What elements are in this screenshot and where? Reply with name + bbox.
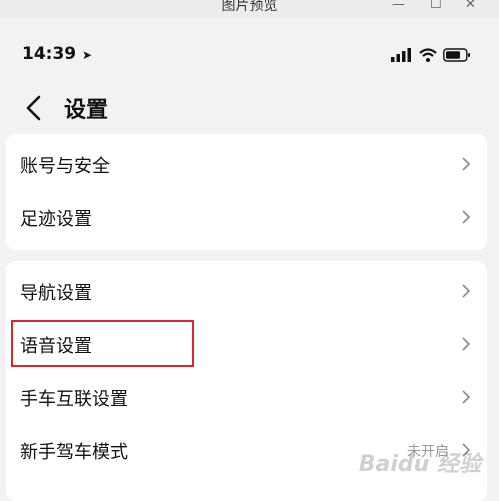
page-title: 设置 (64, 98, 109, 123)
location-arrow-icon: ➤ (82, 48, 93, 62)
window-title: 图片预览 (221, 0, 278, 14)
status-time: 14:39 ➤ (22, 44, 92, 64)
minimize-icon[interactable]: — (392, 0, 405, 11)
highlight-annotation-box (11, 320, 194, 367)
chevron-right-icon (462, 284, 471, 298)
wifi-icon (419, 48, 437, 62)
row-label: 导航设置 (20, 283, 92, 304)
back-chevron-icon[interactable] (22, 92, 48, 124)
status-icons (391, 48, 471, 62)
signal-icon (391, 48, 411, 62)
row-label: 账号与安全 (20, 156, 110, 177)
close-icon[interactable]: ✕ (465, 0, 476, 11)
maximize-icon[interactable]: ☐ (430, 0, 442, 11)
row-footprint[interactable]: 足迹设置 (6, 191, 487, 244)
row-car-connect-settings[interactable]: 手车互联设置 (6, 371, 487, 424)
row-label: 手车互联设置 (20, 389, 128, 410)
window-title-bar: 图片预览 — ☐ ✕ (0, 0, 499, 18)
chevron-right-icon (462, 390, 471, 404)
status-bar: 14:39 ➤ (0, 40, 499, 72)
chevron-right-icon (462, 210, 471, 224)
watermark: Baidu 经验 (358, 452, 481, 477)
chevron-right-icon (462, 337, 471, 351)
chevron-right-icon (462, 157, 471, 171)
row-label: 新手驾车模式 (20, 442, 128, 463)
row-label: 足迹设置 (20, 209, 92, 230)
row-navigation-settings[interactable]: 导航设置 (6, 265, 487, 318)
row-account-security[interactable]: 账号与安全 (6, 138, 487, 191)
settings-group-account: 账号与安全 足迹设置 (6, 134, 487, 250)
nav-header: 设置 (0, 88, 499, 128)
battery-icon (443, 48, 470, 62)
time-text: 14:39 (22, 44, 77, 64)
